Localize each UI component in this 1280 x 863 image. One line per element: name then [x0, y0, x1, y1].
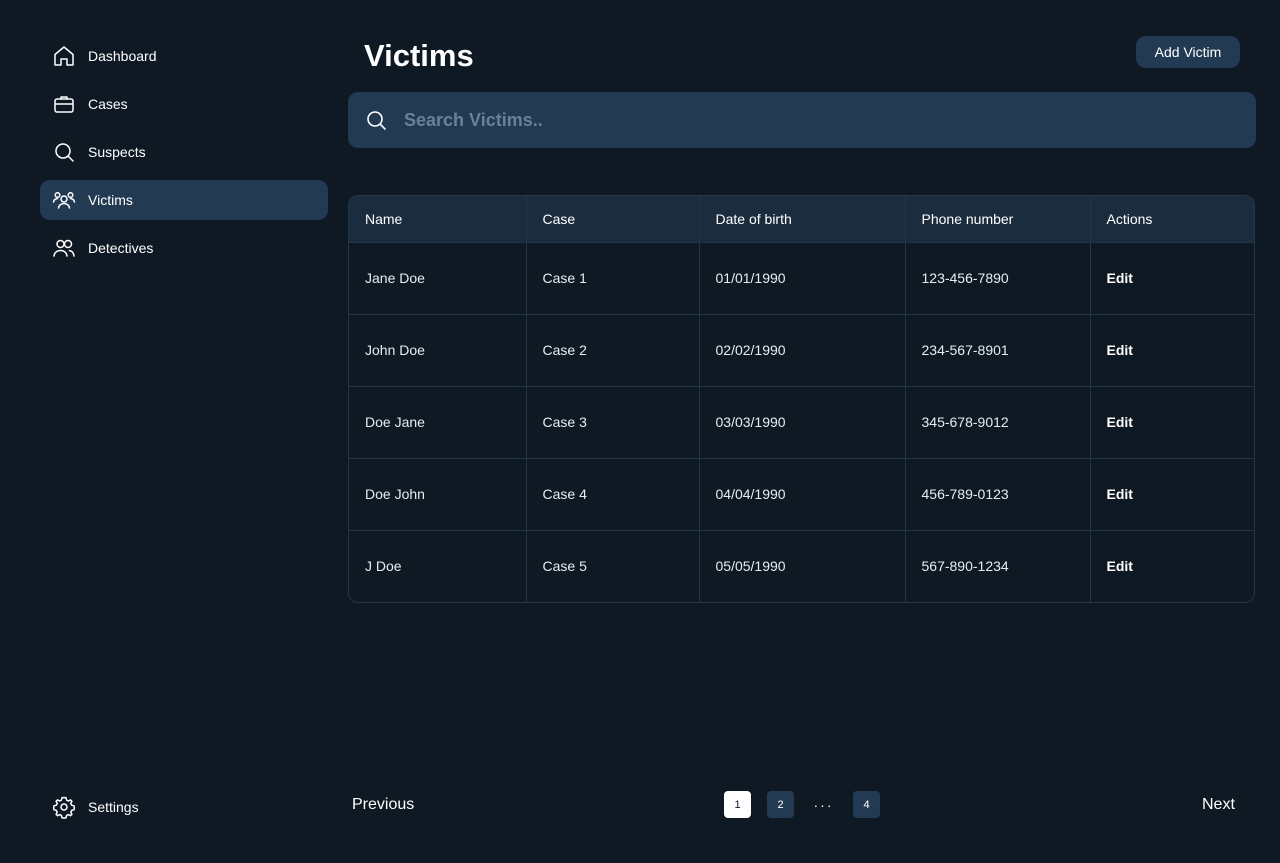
cell-case: Case 2 [526, 314, 700, 386]
page-button-2[interactable]: 2 [767, 791, 794, 818]
gear-icon [52, 795, 76, 819]
page-button-4[interactable]: 4 [853, 791, 880, 818]
cell-dob: 05/05/1990 [699, 530, 906, 602]
table-row: John Doe Case 2 02/02/1990 234-567-8901 … [349, 314, 1254, 386]
sidebar-item-label: Cases [88, 96, 128, 112]
edit-link[interactable]: Edit [1090, 386, 1254, 458]
cell-name: Doe Jane [349, 386, 527, 458]
table-row: J Doe Case 5 05/05/1990 567-890-1234 Edi… [349, 530, 1254, 602]
edit-link[interactable]: Edit [1090, 530, 1254, 602]
cell-case: Case 5 [526, 530, 700, 602]
column-header-case: Case [526, 196, 700, 242]
app: Dashboard Cases Suspects Victims Detecti… [0, 0, 1280, 863]
briefcase-icon [52, 92, 76, 116]
cell-case: Case 3 [526, 386, 700, 458]
cell-phone: 456-789-0123 [905, 458, 1091, 530]
cell-name: Jane Doe [349, 242, 527, 314]
sidebar-item-suspects[interactable]: Suspects [40, 132, 328, 172]
table-row: Jane Doe Case 1 01/01/1990 123-456-7890 … [349, 242, 1254, 314]
cell-dob: 02/02/1990 [699, 314, 906, 386]
table-row: Doe John Case 4 04/04/1990 456-789-0123 … [349, 458, 1254, 530]
cell-phone: 234-567-8901 [905, 314, 1091, 386]
sidebar-item-detectives[interactable]: Detectives [40, 228, 328, 268]
sidebar-item-label: Dashboard [88, 48, 157, 64]
sidebar-item-victims[interactable]: Victims [40, 180, 328, 220]
edit-link[interactable]: Edit [1090, 458, 1254, 530]
sidebar-item-label: Victims [88, 192, 133, 208]
pagination-ellipsis: ··· [813, 796, 834, 813]
sidebar-item-label: Detectives [88, 240, 154, 256]
add-victim-button[interactable]: Add Victim [1136, 36, 1240, 68]
cell-phone: 345-678-9012 [905, 386, 1091, 458]
sidebar-item-label: Settings [88, 799, 139, 815]
next-page-button[interactable]: Next [1202, 796, 1235, 814]
sidebar: Dashboard Cases Suspects Victims Detecti… [40, 36, 328, 276]
edit-link[interactable]: Edit [1090, 242, 1254, 314]
users-group-icon [52, 188, 76, 212]
table-row: Doe Jane Case 3 03/03/1990 345-678-9012 … [349, 386, 1254, 458]
column-header-phone: Phone number [905, 196, 1091, 242]
cell-case: Case 1 [526, 242, 700, 314]
sidebar-item-dashboard[interactable]: Dashboard [40, 36, 328, 76]
sidebar-item-settings[interactable]: Settings [40, 787, 328, 827]
cell-phone: 123-456-7890 [905, 242, 1091, 314]
page-button-1[interactable]: 1 [724, 791, 751, 818]
users-icon [52, 236, 76, 260]
victims-table: Name Case Date of birth Phone number Act… [348, 195, 1255, 603]
cell-name: John Doe [349, 314, 527, 386]
edit-link[interactable]: Edit [1090, 314, 1254, 386]
search-icon [364, 108, 388, 132]
search-icon [52, 140, 76, 164]
cell-dob: 04/04/1990 [699, 458, 906, 530]
cell-dob: 01/01/1990 [699, 242, 906, 314]
cell-name: J Doe [349, 530, 527, 602]
pagination: 1 2 ··· 4 [724, 791, 880, 818]
cell-dob: 03/03/1990 [699, 386, 906, 458]
previous-page-button[interactable]: Previous [352, 796, 414, 814]
home-icon [52, 44, 76, 68]
column-header-name: Name [349, 196, 527, 242]
column-header-actions: Actions [1106, 210, 1153, 227]
search-input[interactable] [404, 109, 1224, 131]
search-bar [348, 92, 1256, 148]
cell-case: Case 4 [526, 458, 700, 530]
page-title: Victims [364, 38, 474, 73]
cell-phone: 567-890-1234 [905, 530, 1091, 602]
sidebar-item-cases[interactable]: Cases [40, 84, 328, 124]
cell-name: Doe John [349, 458, 527, 530]
sidebar-item-label: Suspects [88, 144, 146, 160]
table-header-row: Name Case Date of birth Phone number Act… [349, 196, 1254, 242]
column-header-dob: Date of birth [699, 196, 906, 242]
